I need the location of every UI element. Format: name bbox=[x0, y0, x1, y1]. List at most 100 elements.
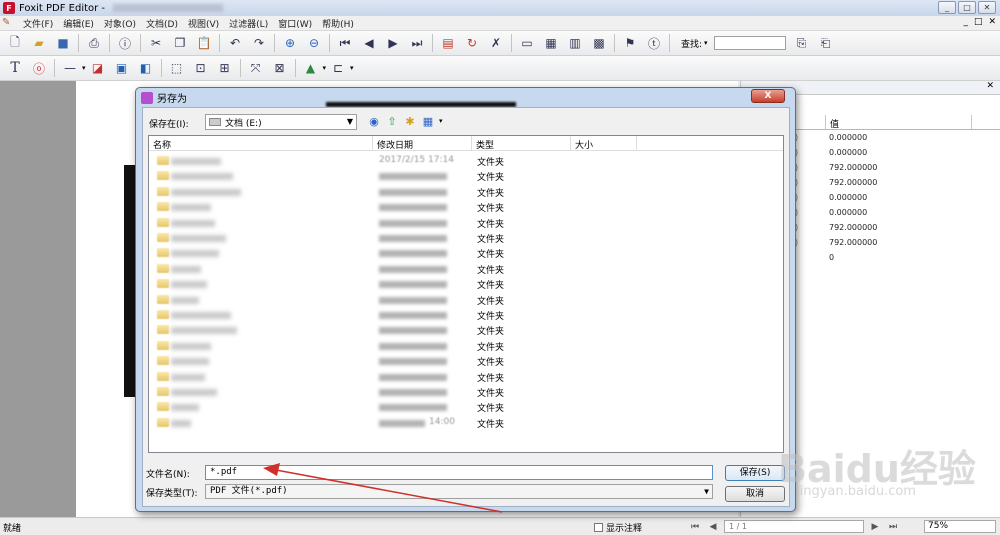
delete-page-icon[interactable]: ✗ bbox=[486, 33, 506, 53]
status-first-page-icon[interactable]: ⏮ bbox=[688, 520, 702, 533]
status-prev-page-icon[interactable]: ◀ bbox=[706, 520, 720, 533]
grid-layout-icon[interactable]: ▩ bbox=[589, 33, 609, 53]
resize-tool-icon[interactable]: ⊞ bbox=[215, 58, 235, 78]
folder-row[interactable]: 文件夹 bbox=[149, 369, 783, 384]
menu-edit[interactable]: 编辑(E) bbox=[58, 17, 99, 30]
redo-icon[interactable]: ↷ bbox=[249, 33, 269, 53]
text-tool-icon[interactable]: T bbox=[5, 58, 25, 78]
find-options-icon[interactable]: ⎗ bbox=[816, 33, 836, 53]
back-icon[interactable]: ◉ bbox=[367, 114, 381, 128]
folder-row[interactable]: 文件夹 bbox=[149, 384, 783, 399]
properties-close-icon[interactable]: ✕ bbox=[986, 81, 994, 91]
save-disk-icon[interactable]: ■ bbox=[53, 33, 73, 53]
undo-icon[interactable]: ↶ bbox=[225, 33, 245, 53]
page-properties-icon[interactable]: ▤ bbox=[438, 33, 458, 53]
split-tool-icon[interactable]: ⤧ bbox=[246, 58, 266, 78]
shapes-dropdown-icon[interactable]: ▾ bbox=[323, 64, 327, 72]
page-number-field[interactable]: 1 / 1 bbox=[724, 520, 864, 533]
last-page-icon[interactable]: ⏭ bbox=[407, 33, 427, 53]
merge-tool-icon[interactable]: ⊠ bbox=[270, 58, 290, 78]
menu-window[interactable]: 窗口(W) bbox=[273, 17, 317, 30]
ruler-icon[interactable]: ▭ bbox=[517, 33, 537, 53]
bookmark-icon[interactable]: ⚑ bbox=[620, 33, 640, 53]
save-button[interactable]: 保存(S) bbox=[725, 465, 785, 481]
maximize-button[interactable]: □ bbox=[958, 1, 976, 14]
folder-row[interactable]: 文件夹 bbox=[149, 276, 783, 291]
find-dropdown-icon[interactable]: ▾ bbox=[704, 39, 708, 47]
column-header-name[interactable]: ^ 名称 bbox=[149, 136, 373, 151]
rotate-page-icon[interactable]: ↻ bbox=[462, 33, 482, 53]
line-dropdown-icon[interactable]: ▾ bbox=[82, 64, 86, 72]
crop-tool-icon[interactable]: ⊡ bbox=[191, 58, 211, 78]
menu-document[interactable]: 文档(D) bbox=[141, 17, 183, 30]
cut-icon[interactable]: ✂ bbox=[146, 33, 166, 53]
folder-row[interactable]: 文件夹 bbox=[149, 353, 783, 368]
dialog-close-button[interactable]: X bbox=[751, 89, 785, 103]
save-in-select[interactable]: 文档 (E:) ▼ bbox=[205, 114, 357, 130]
column-header-modified[interactable]: 修改日期 bbox=[373, 136, 472, 151]
up-folder-icon[interactable]: ⇧ bbox=[385, 114, 399, 128]
align-dropdown-icon[interactable]: ▾ bbox=[350, 64, 354, 72]
folder-row[interactable]: 14:00 文件夹 bbox=[149, 415, 783, 430]
new-file-icon[interactable]: 🗋 bbox=[5, 33, 25, 53]
open-folder-icon[interactable]: ▰ bbox=[29, 33, 49, 53]
shapes-tool-icon[interactable]: ▲ bbox=[301, 58, 321, 78]
paste-icon[interactable]: 📋 bbox=[194, 33, 214, 53]
copy-icon[interactable]: ❐ bbox=[170, 33, 190, 53]
status-next-page-icon[interactable]: ▶ bbox=[868, 520, 882, 533]
new-folder-icon[interactable]: ✱ bbox=[403, 114, 417, 128]
cancel-button[interactable]: 取消 bbox=[725, 486, 785, 502]
doc-close-button[interactable]: ✕ bbox=[988, 17, 996, 27]
folder-row[interactable]: 2017/2/15 17:14 文件夹 bbox=[149, 153, 783, 168]
file-type-select[interactable]: PDF 文件(*.pdf) ▼ bbox=[205, 484, 713, 499]
folder-row[interactable]: 文件夹 bbox=[149, 245, 783, 260]
align-tool-icon[interactable]: ⊏ bbox=[328, 58, 348, 78]
shading-tool-icon[interactable]: ◧ bbox=[136, 58, 156, 78]
previous-page-icon[interactable]: ◀ bbox=[359, 33, 379, 53]
info-icon[interactable]: ⓘ bbox=[115, 33, 135, 53]
doc-restore-button[interactable]: □ bbox=[974, 17, 983, 27]
first-page-icon[interactable]: ⏮ bbox=[335, 33, 355, 53]
folder-row[interactable]: 文件夹 bbox=[149, 184, 783, 199]
zoom-select[interactable]: 75% bbox=[924, 520, 996, 533]
menu-object[interactable]: 对象(O) bbox=[99, 17, 141, 30]
print-icon[interactable]: ⎙ bbox=[84, 33, 104, 53]
folder-row[interactable]: 文件夹 bbox=[149, 307, 783, 322]
folder-row[interactable]: 文件夹 bbox=[149, 261, 783, 276]
line-tool-icon[interactable]: — bbox=[60, 58, 80, 78]
zoom-out-icon[interactable]: ⊖ bbox=[304, 33, 324, 53]
folder-row[interactable]: 文件夹 bbox=[149, 199, 783, 214]
folder-row[interactable]: 文件夹 bbox=[149, 292, 783, 307]
find-input[interactable] bbox=[713, 36, 786, 50]
folder-row[interactable]: 文件夹 bbox=[149, 322, 783, 337]
menu-file[interactable]: 文件(F) bbox=[18, 17, 58, 30]
show-notes-checkbox[interactable] bbox=[594, 523, 603, 532]
menu-help[interactable]: 帮助(H) bbox=[317, 17, 359, 30]
file-name-input[interactable]: *.pdf bbox=[205, 465, 713, 480]
view-dropdown-icon[interactable]: ▾ bbox=[439, 117, 443, 125]
menu-view[interactable]: 视图(V) bbox=[183, 17, 224, 30]
find-next-icon[interactable]: ⎘ bbox=[792, 33, 812, 53]
column-header-type[interactable]: 类型 bbox=[472, 136, 571, 151]
view-menu-icon[interactable]: ▦ bbox=[421, 114, 435, 128]
folder-row[interactable]: 文件夹 bbox=[149, 168, 783, 183]
doc-minimize-button[interactable]: _ bbox=[963, 17, 968, 27]
minimize-button[interactable]: _ bbox=[938, 1, 956, 14]
text-layout-icon[interactable]: ▦ bbox=[541, 33, 561, 53]
eraser-tool-icon[interactable]: ◪ bbox=[88, 58, 108, 78]
color-tool-icon[interactable]: ⓞ bbox=[29, 58, 49, 78]
image-tool-icon[interactable]: ▣ bbox=[112, 58, 132, 78]
folder-row[interactable]: 文件夹 bbox=[149, 215, 783, 230]
next-page-icon[interactable]: ▶ bbox=[383, 33, 403, 53]
stamp-icon[interactable]: ⓣ bbox=[644, 33, 664, 53]
menu-filter[interactable]: 过滤器(L) bbox=[224, 17, 273, 30]
folder-row[interactable]: 文件夹 bbox=[149, 338, 783, 353]
status-last-page-icon[interactable]: ⏭ bbox=[886, 520, 900, 533]
zoom-in-icon[interactable]: ⊕ bbox=[280, 33, 300, 53]
column-header-size[interactable]: 大小 bbox=[571, 136, 637, 151]
folder-row[interactable]: 文件夹 bbox=[149, 399, 783, 414]
show-notes-toggle[interactable]: 显示注释 bbox=[594, 521, 642, 534]
select-tool-icon[interactable]: ⬚ bbox=[167, 58, 187, 78]
folder-row[interactable]: 文件夹 bbox=[149, 230, 783, 245]
file-list[interactable]: ^ 名称 修改日期 类型 大小 2017/2/15 17:14 文件夹 文件夹 文件夹… bbox=[148, 135, 784, 453]
